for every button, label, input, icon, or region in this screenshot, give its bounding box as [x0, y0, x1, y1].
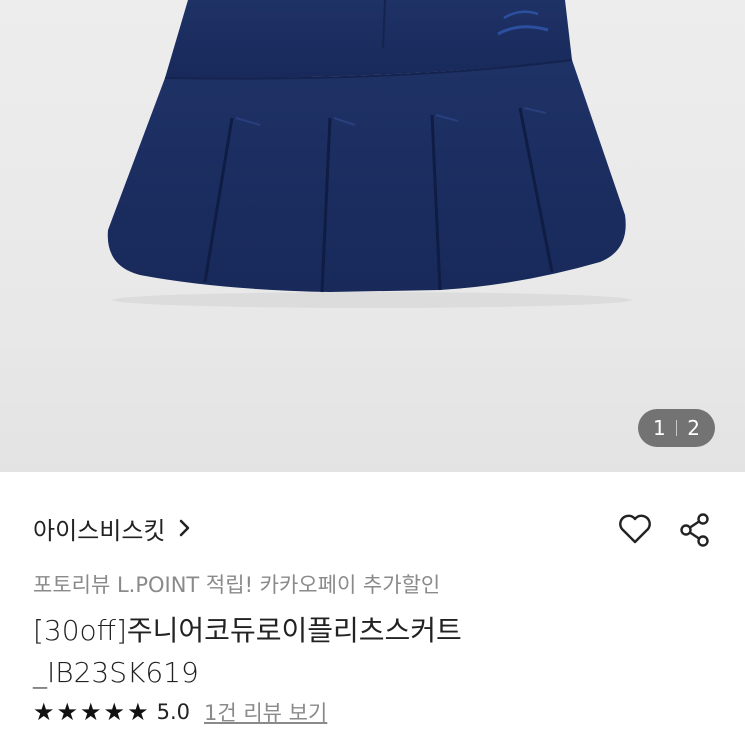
- page-separator: [675, 420, 678, 436]
- rating-stars: ★ ★ ★ ★ ★: [33, 700, 149, 724]
- product-image-gallery[interactable]: 1 2: [0, 0, 745, 472]
- share-icon[interactable]: [679, 512, 711, 552]
- total-pages: 2: [687, 416, 700, 440]
- star-icon: ★: [80, 698, 102, 726]
- product-title: [30off]주니어코듀로이플리츠스커트 _IB23SK619: [33, 610, 593, 694]
- review-link[interactable]: 1건 리뷰 보기: [204, 697, 327, 727]
- product-title-line1: [30off]주니어코듀로이플리츠스커트: [33, 614, 462, 647]
- product-title-line2: _IB23SK619: [33, 656, 199, 689]
- star-icon: ★: [103, 698, 126, 726]
- chevron-right-icon: [179, 515, 191, 543]
- promo-text: 포토리뷰 L.POINT 적립! 카카오페이 추가할인: [33, 573, 441, 597]
- rating-row: ★ ★ ★ ★ ★ 5.0 1건 리뷰 보기: [33, 697, 327, 727]
- brand-name: 아이스비스킷: [33, 517, 166, 545]
- star-icon: ★: [56, 698, 79, 726]
- star-icon: ★: [33, 698, 55, 726]
- product-image: [107, 0, 632, 308]
- star-icon: ★: [127, 698, 149, 726]
- current-page: 1: [653, 416, 666, 440]
- gallery-page-indicator: 1 2: [638, 409, 715, 447]
- rating-score: 5.0: [156, 700, 190, 724]
- heart-icon[interactable]: [618, 514, 652, 548]
- brand-link[interactable]: 아이스비스킷: [33, 511, 191, 546]
